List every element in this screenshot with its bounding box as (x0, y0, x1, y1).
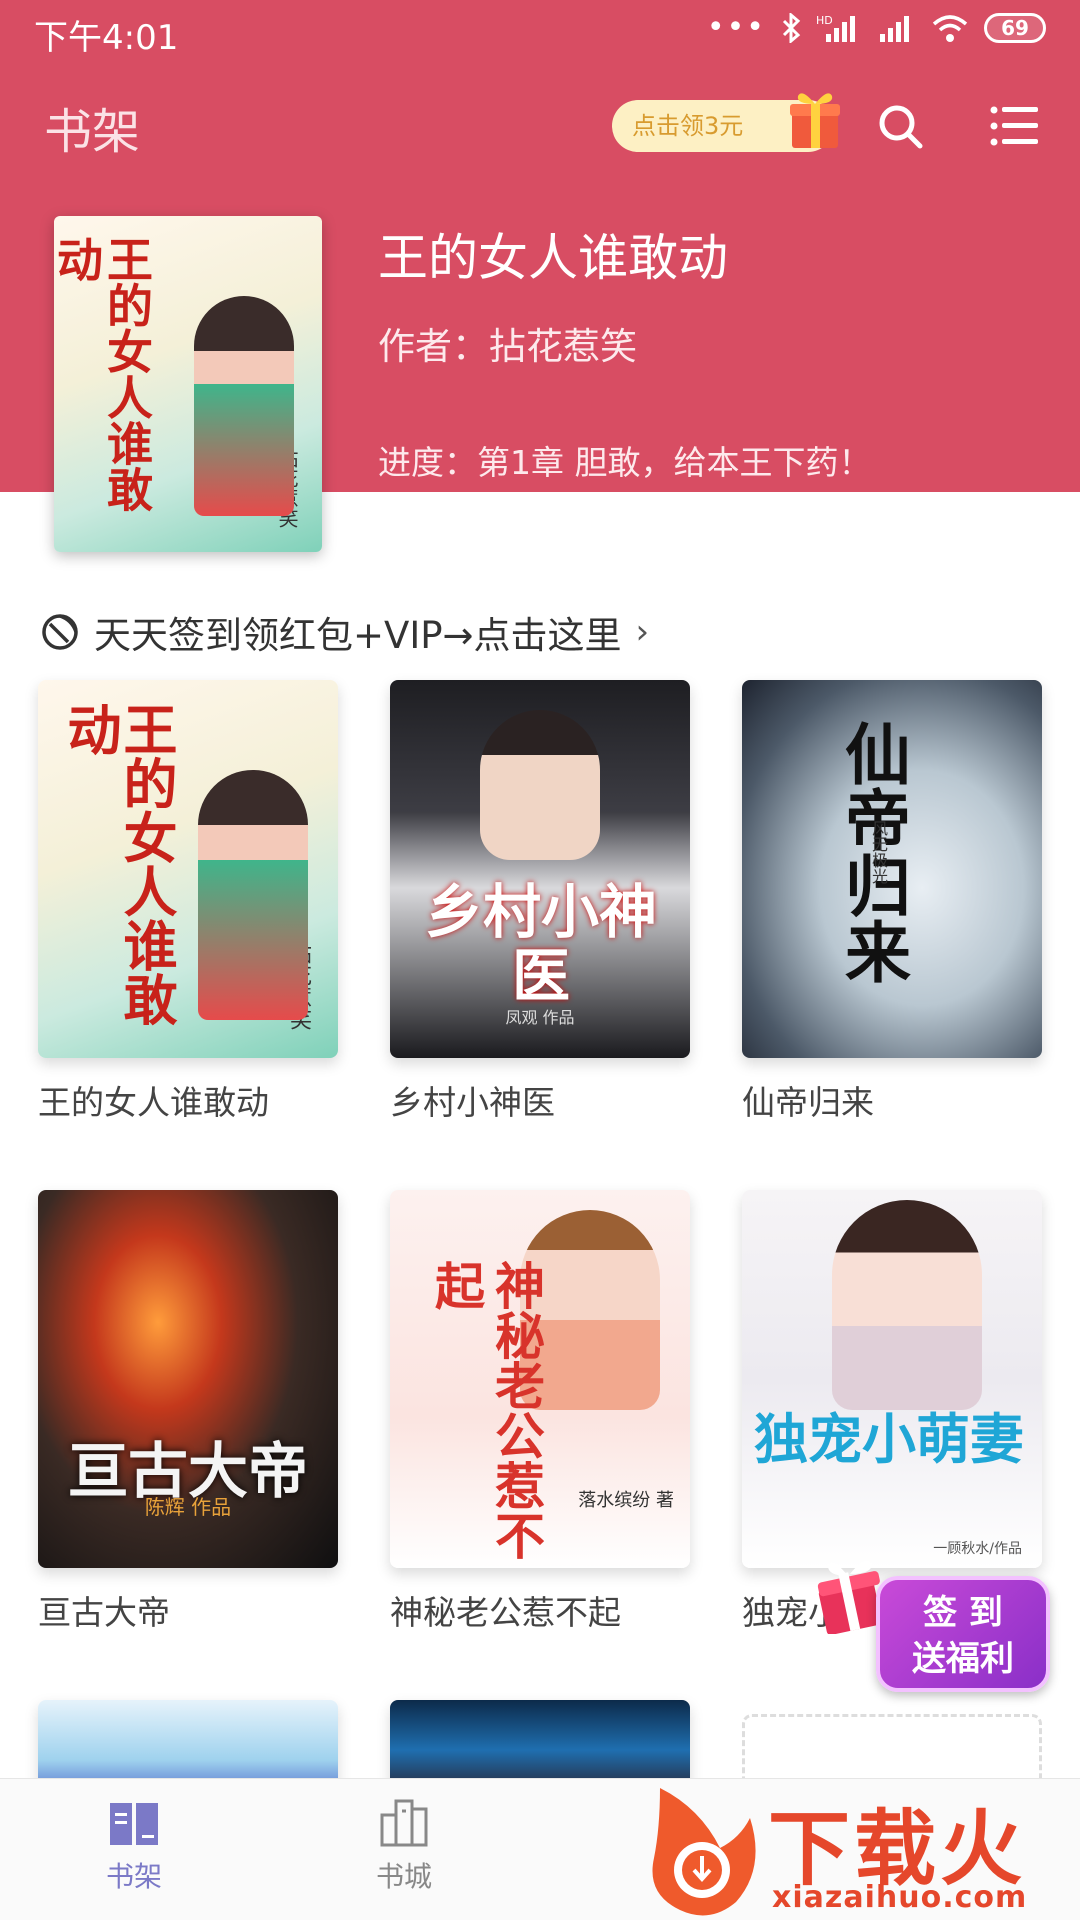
book-cover-subtitle: 落水缤纷 著 (578, 1490, 674, 1511)
watermark-logo: 下载火 xiazaihuo.com (640, 1778, 1080, 1920)
more-dots-icon: ••• (706, 10, 766, 45)
book-cover[interactable]: 乡村小神医 凤观 作品 (390, 680, 690, 1058)
featured-book-title[interactable]: 王的女人谁敢动 (378, 218, 728, 290)
book-cover-title: 王的女人谁敢动 (58, 702, 178, 1026)
badge-line-1: 签 到 (923, 1593, 1003, 1633)
gift-icon[interactable] (788, 86, 842, 150)
book-item[interactable]: 王的女人谁敢动 拈花惹笑 王的女人谁敢动 (38, 680, 338, 1124)
book-title: 亘古大帝 (38, 1593, 170, 1632)
status-bar: 下午4:01 ••• HD 69 (0, 0, 1080, 62)
book-item[interactable]: 仙帝归来 风无极光 仙帝归来 (742, 680, 1042, 1124)
signal-hd-icon: HD (816, 14, 855, 42)
book-cover-title: 独宠小萌妻 (754, 1407, 1024, 1471)
book-item[interactable]: 亘古大帝 陈辉 作品 亘古大帝 (38, 1190, 338, 1634)
book-cover[interactable]: 仙帝归来 风无极光 (742, 680, 1042, 1058)
top-bar: 书架 点击领3元 (0, 88, 1080, 162)
book-cover-figure (480, 710, 600, 860)
nav-bookshelf[interactable]: 书架 (74, 1795, 194, 1895)
book-cover-subtitle: 凤观 作品 (505, 1008, 575, 1027)
book-cover[interactable]: 神秘老公惹不起 落水缤纷 著 (390, 1190, 690, 1568)
book-cover-figure (832, 1200, 982, 1410)
nav-label-bookstore: 书城 (375, 1860, 432, 1893)
signal-icon (880, 16, 909, 42)
featured-book-progress[interactable]: 进度：第1章 胆敢，给本王下药！ (378, 436, 872, 484)
nav-bookstore[interactable]: 书城 (344, 1795, 464, 1895)
book-cover[interactable]: 独宠小萌妻 一顾秋水/作品 (742, 1190, 1042, 1568)
nav-label-bookshelf: 书架 (105, 1860, 162, 1893)
chevron-right-icon: › (635, 612, 650, 652)
book-item[interactable]: 神秘老公惹不起 落水缤纷 著 神秘老公惹不起 (390, 1190, 690, 1634)
watermark-url: xiazaihuo.com (772, 1880, 1028, 1915)
network-badge: HD (816, 14, 833, 27)
book-cover-subtitle: 陈辉 作品 (144, 1495, 232, 1519)
bookstore-icon (380, 1799, 428, 1847)
book-item[interactable]: 独宠小萌妻 一顾秋水/作品 独宠小萌妻 (742, 1190, 1042, 1634)
signin-reward-badge[interactable]: 签 到 送福利 (876, 1576, 1050, 1692)
book-title: 仙帝归来 (742, 1083, 874, 1122)
bluetooth-icon (782, 13, 801, 43)
wifi-icon (932, 15, 968, 42)
featured-cover-figure (194, 296, 294, 516)
book-cover-figure (198, 770, 308, 1020)
battery-indicator: 69 (984, 13, 1046, 43)
featured-book-cover[interactable]: 王的女人谁敢动 拈花惹笑 (54, 216, 322, 552)
book-cover-subtitle: 风无极光 (869, 820, 888, 884)
search-icon[interactable] (876, 102, 926, 152)
bookshelf-icon (110, 1803, 158, 1845)
book-cover-title: 乡村小神医 (424, 878, 657, 1010)
book-cover-title: 神秘老公惹不起 (427, 1260, 546, 1560)
book-item[interactable]: 乡村小神医 凤观 作品 乡村小神医 (390, 680, 690, 1124)
featured-cover-title: 王的女人谁敢动 (54, 236, 154, 512)
menu-icon[interactable] (990, 104, 1040, 148)
book-cover[interactable]: 王的女人谁敢动 拈花惹笑 (38, 680, 338, 1058)
badge-line-2: 送福利 (912, 1639, 1014, 1679)
book-cover-subtitle: 一顾秋水/作品 (933, 1541, 1022, 1557)
signin-icon (42, 614, 78, 650)
status-time: 下午4:01 (34, 18, 179, 58)
book-title: 王的女人谁敢动 (38, 1083, 269, 1122)
signin-text: 天天签到领红包+VIP→点击这里 (94, 614, 622, 657)
status-icons: ••• HD 69 (707, 12, 1046, 44)
featured-book-author: 作者：拈花惹笑 (378, 325, 637, 368)
book-cover[interactable]: 亘古大帝 陈辉 作品 (38, 1190, 338, 1568)
flame-logo-icon (652, 1788, 756, 1916)
page-title: 书架 (44, 104, 141, 160)
signin-banner[interactable]: 天天签到领红包+VIP→点击这里 › (40, 604, 649, 660)
book-title: 神秘老公惹不起 (390, 1593, 621, 1632)
book-title: 乡村小神医 (390, 1083, 555, 1122)
